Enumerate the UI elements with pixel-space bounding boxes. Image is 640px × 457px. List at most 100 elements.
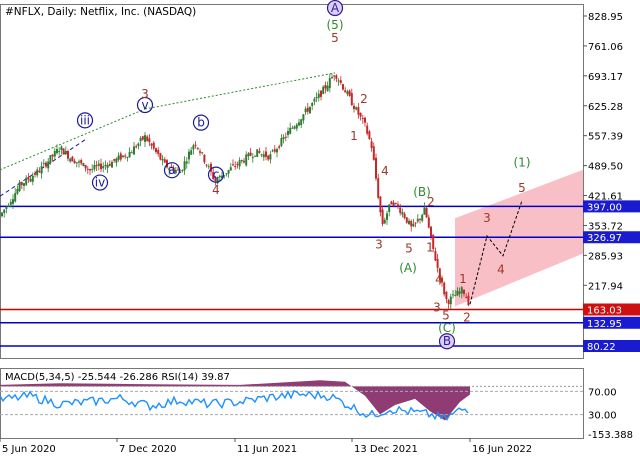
candle-body: [141, 136, 144, 140]
candle-body: [280, 138, 283, 146]
candle-body: [124, 155, 127, 157]
candle-body: [375, 157, 377, 179]
candle-body: [1, 212, 3, 217]
candle-body: [104, 165, 107, 167]
candle-body: [102, 166, 105, 169]
candle-body: [260, 154, 263, 156]
wave-label: b: [197, 116, 205, 130]
wave-label: 2: [463, 310, 471, 324]
candle-body: [311, 102, 314, 106]
candle-body: [157, 150, 160, 154]
candle-body: [207, 166, 210, 168]
candle-body: [240, 159, 243, 162]
price-tick-label: 217.94: [588, 281, 623, 292]
candle-body: [304, 108, 307, 113]
candle-body: [150, 143, 153, 146]
candle-body: [247, 153, 250, 157]
candle-body: [320, 90, 322, 97]
candle-body: [31, 175, 34, 182]
candle-body: [267, 155, 270, 160]
candle-body: [7, 205, 10, 207]
candle-body: [243, 160, 245, 163]
candle-body: [342, 84, 344, 90]
wave-label: 3: [375, 237, 383, 251]
wave-label: 4: [435, 273, 443, 287]
candle-body: [309, 106, 311, 114]
candle-body: [194, 144, 197, 146]
price-tick-label: 625.28: [588, 102, 623, 113]
candle-body: [405, 217, 408, 223]
candle-body: [122, 155, 124, 158]
wave-label: 1: [350, 129, 358, 143]
candle-body: [3, 209, 6, 213]
price-tick-label: 761.06: [588, 42, 623, 53]
candle-body: [16, 188, 19, 194]
wave-label: 1: [426, 240, 434, 254]
candle-body: [377, 178, 380, 198]
candle-body: [82, 163, 85, 166]
candle-body: [20, 182, 23, 186]
price-tick-label: 285.93: [588, 251, 623, 262]
candle-body: [181, 169, 184, 171]
candle-body: [58, 151, 61, 153]
wave-label: 3: [141, 87, 149, 101]
price-chart[interactable]: 828.95761.06693.17625.28557.39489.50421.…: [0, 0, 640, 457]
candle-body: [357, 107, 360, 115]
candle-body: [115, 158, 118, 163]
candle-body: [119, 153, 122, 160]
candle-body: [73, 160, 76, 164]
candle-body: [47, 161, 50, 169]
candle-body: [436, 259, 439, 268]
candle-body: [89, 169, 91, 171]
wave-label: a: [168, 163, 175, 177]
candle-body: [78, 161, 80, 163]
candle-body: [298, 122, 300, 126]
candle-body: [269, 154, 272, 160]
candle-body: [322, 86, 325, 94]
candle-body: [34, 173, 36, 175]
chart-title: #NFLX, Daily: Netflix, Inc. (NASDAQ): [5, 6, 196, 18]
candle-body: [282, 137, 285, 140]
candle-body: [161, 158, 164, 161]
wave-label: iii: [80, 113, 90, 127]
price-tick-label: 693.17: [588, 72, 623, 83]
candle-body: [9, 201, 12, 205]
candle-body: [386, 213, 388, 220]
candle-body: [249, 152, 252, 156]
candle-body: [460, 287, 463, 294]
wave-label: c: [213, 168, 220, 182]
candle-body: [289, 127, 292, 134]
candle-body: [416, 218, 419, 222]
candle-body: [414, 222, 417, 224]
candle-body: [53, 150, 56, 157]
candle-body: [62, 148, 65, 155]
candle-body: [130, 152, 133, 154]
candle-body: [91, 169, 94, 171]
time-tick-label: 5 Jun 2020: [2, 444, 56, 455]
candle-body: [38, 171, 41, 173]
candle-body: [45, 162, 47, 167]
candle-body: [445, 291, 448, 300]
time-tick-label: 11 Jun 2021: [237, 444, 297, 455]
candle-body: [306, 107, 309, 112]
candle-body: [67, 151, 69, 159]
candle-body: [331, 76, 333, 79]
candle-body: [421, 214, 424, 221]
candle-body: [14, 193, 17, 202]
candle-body: [18, 182, 21, 191]
candle-body: [419, 218, 421, 220]
candle-body: [27, 177, 30, 180]
candle-body: [273, 149, 276, 152]
indicator-tick-label: -153.388: [588, 430, 633, 441]
candle-body: [399, 207, 402, 213]
level-price-label: 80.22: [587, 342, 616, 353]
candle-body: [361, 117, 364, 119]
candle-body: [449, 296, 452, 305]
candle-body: [410, 220, 413, 227]
main-plot-frame: [0, 4, 584, 359]
candle-body: [137, 143, 140, 146]
candle-body: [251, 157, 254, 159]
candle-body: [128, 152, 131, 158]
wave-label: (5): [327, 18, 344, 32]
candle-body: [379, 196, 382, 213]
